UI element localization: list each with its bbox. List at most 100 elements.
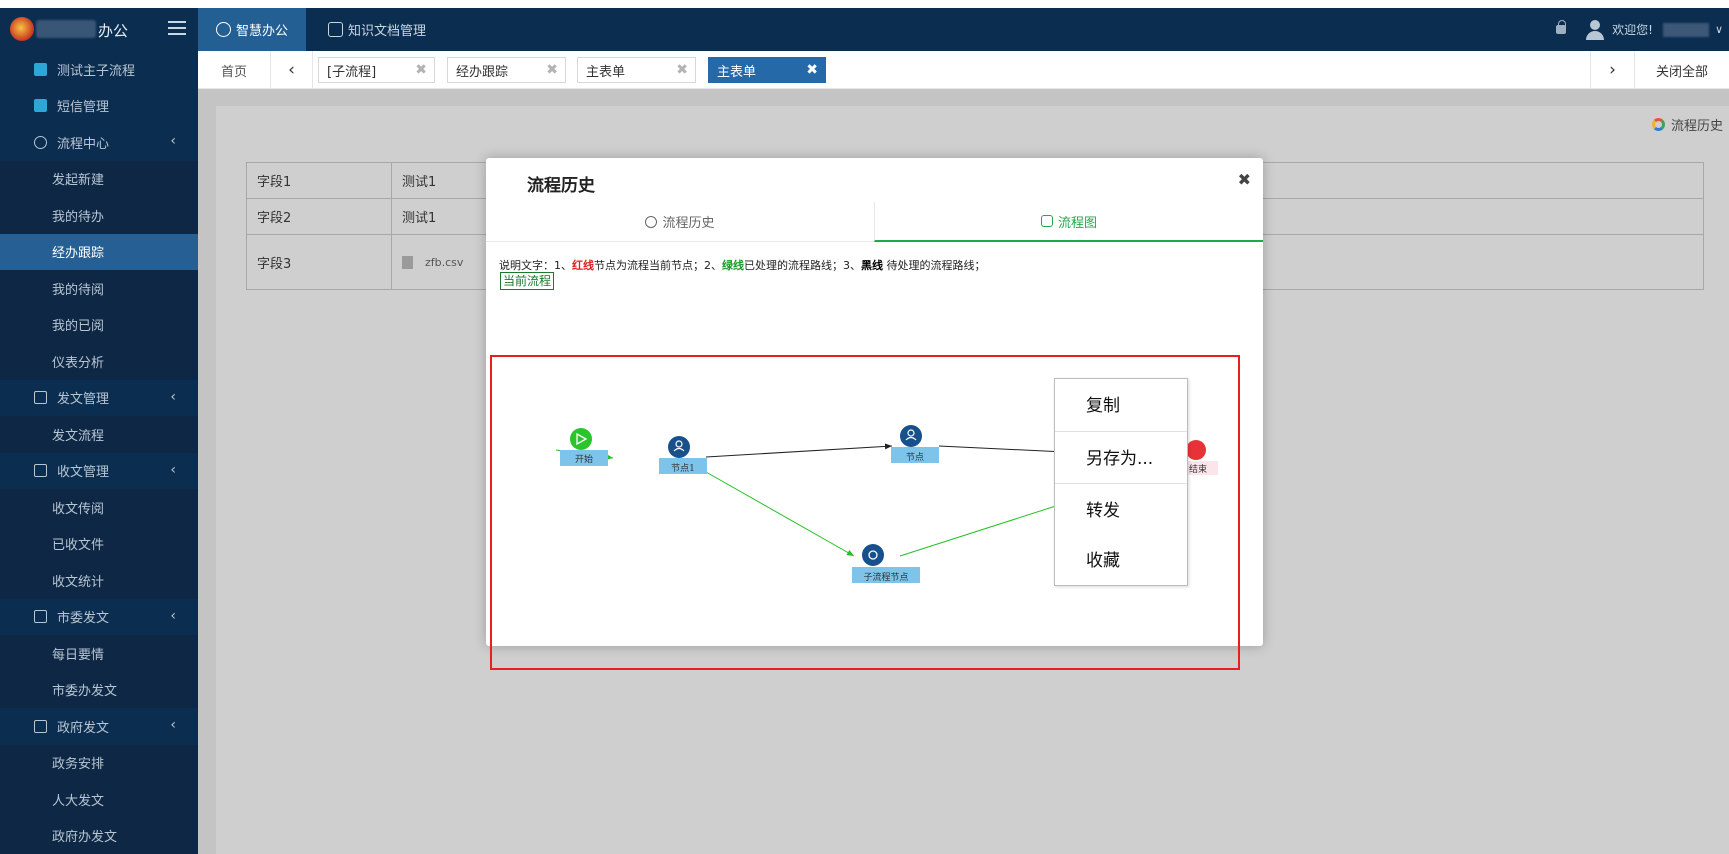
menu-item-copy[interactable]: 复制 <box>1055 379 1187 427</box>
nav-tab-smart-office[interactable]: 智慧办公 <box>198 8 307 51</box>
sidebar-item-dispatch-management[interactable]: 发文管理 ‹ <box>0 380 198 417</box>
sidebar-item-label: 市委办发文 <box>52 684 118 700</box>
username-redacted[interactable] <box>1662 22 1709 37</box>
chevron-left-icon: ‹ <box>170 388 176 405</box>
legend-red-line: 红线 <box>572 259 594 272</box>
top-navbar: 办公 智慧办公 知识文档管理 欢迎您! ∨ <box>0 8 1729 51</box>
sidebar-item-government-office-dispatch[interactable]: 政府办发文 <box>0 817 198 854</box>
document-icon <box>328 22 343 37</box>
stopwatch-icon <box>645 215 658 228</box>
tab-scroll-left-button[interactable]: ‹ <box>271 51 313 89</box>
menu-item-favorite[interactable]: 收藏 <box>1055 534 1187 582</box>
close-icon[interactable]: ✖ <box>676 62 688 78</box>
legend-text: 待处理的流程路线； <box>883 259 986 272</box>
chevron-left-icon: ‹ <box>170 461 176 478</box>
app-icon <box>34 62 47 76</box>
close-all-tabs-button[interactable]: 关闭全部 <box>1634 51 1729 89</box>
tab-flow-history[interactable]: 流程历史 <box>486 202 874 242</box>
sidebar-item-receipt-management[interactable]: 收文管理 ‹ <box>0 453 198 490</box>
nav-tab-label: 知识文档管理 <box>348 24 427 39</box>
sidebar-item-government-schedule[interactable]: 政务安排 <box>0 744 198 781</box>
sidebar-item-sms-management[interactable]: 短信管理 <box>0 88 198 125</box>
tab-tracking[interactable]: 经办跟踪 ✖ <box>447 57 566 83</box>
sidebar-item-municipal-dispatch[interactable]: 市委发文 ‹ <box>0 599 198 636</box>
chevron-down-icon[interactable]: ∨ <box>1715 23 1723 36</box>
page-tab-bar: 首页 ‹ [子流程] ✖ 经办跟踪 ✖ 主表单 ✖ 主表单 ✖ › 关闭全部 <box>198 51 1729 89</box>
message-icon <box>34 464 47 478</box>
sidebar-item-receipt-circulate[interactable]: 收文传阅 <box>0 489 198 526</box>
close-icon[interactable]: ✖ <box>415 62 427 78</box>
sidebar-item-label: 发起新建 <box>52 173 105 189</box>
tab-label: 主表单 <box>717 64 757 80</box>
sidebar-item-my-to-read[interactable]: 我的待阅 <box>0 270 198 307</box>
sidebar-item-label: 市委发文 <box>57 611 110 627</box>
sidebar-item-new-initiate[interactable]: 发起新建 <box>0 160 198 197</box>
sidebar-item-label: 仪表分析 <box>52 355 105 371</box>
tab-main-form[interactable]: 主表单 ✖ <box>577 57 696 83</box>
sidebar-item-my-read[interactable]: 我的已阅 <box>0 306 198 343</box>
sidebar-item-label: 收文传阅 <box>52 501 105 517</box>
tab-flow-chart[interactable]: 流程图 <box>874 202 1263 242</box>
flow-history-label: 流程历史 <box>1670 119 1723 134</box>
legend-text: 说明文字：1、 <box>499 259 572 272</box>
nav-tab-knowledge-docs[interactable]: 知识文档管理 <box>310 8 444 51</box>
sidebar-item-label: 收文统计 <box>52 574 105 590</box>
current-flow-label[interactable]: 当前流程 <box>500 272 555 290</box>
avatar[interactable] <box>1586 19 1605 40</box>
sidebar-item-label: 人大发文 <box>52 793 105 809</box>
logo-text: 办公 <box>98 22 129 40</box>
sidebar-item-npc-dispatch[interactable]: 人大发文 <box>0 781 198 818</box>
sidebar: 测试主子流程 短信管理 流程中心 ‹ 发起新建 我的待办 经办跟踪 我的待阅 我的… <box>0 51 198 854</box>
close-icon[interactable]: ✖ <box>546 62 558 78</box>
flowchart-icon <box>1040 215 1053 227</box>
recycle-icon <box>216 22 231 37</box>
tab-subflow[interactable]: [子流程] ✖ <box>318 57 435 83</box>
menu-toggle-icon[interactable] <box>168 21 186 37</box>
sidebar-item-received-files[interactable]: 已收文件 <box>0 525 198 562</box>
close-icon[interactable]: ✖ <box>806 62 818 78</box>
close-icon[interactable]: ✖ <box>1238 170 1251 189</box>
context-menu: 复制 另存为... 转发 收藏 <box>1054 378 1188 586</box>
user-area: 欢迎您! ∨ <box>1556 8 1729 51</box>
tab-label: [子流程] <box>327 64 377 80</box>
logo-area: 办公 <box>0 8 198 51</box>
sidebar-item-label: 我的已阅 <box>52 319 105 335</box>
sidebar-item-test-main-sub-flow[interactable]: 测试主子流程 <box>0 51 198 88</box>
tab-label: 流程历史 <box>662 216 715 231</box>
logo-redacted <box>36 20 96 38</box>
tab-scroll-right-button[interactable]: › <box>1590 51 1634 89</box>
sidebar-item-tracking[interactable]: 经办跟踪 <box>0 233 198 270</box>
field-label: 字段2 <box>246 198 392 235</box>
tab-main-form-active[interactable]: 主表单 ✖ <box>708 57 826 83</box>
legend-black-line: 黑线 <box>861 259 883 272</box>
legend-text: 节点为流程当前节点；2、 <box>594 259 722 272</box>
tab-label: 经办跟踪 <box>456 64 509 80</box>
sidebar-item-my-todo[interactable]: 我的待办 <box>0 197 198 234</box>
lock-icon[interactable] <box>1556 20 1567 34</box>
sidebar-item-flow-center[interactable]: 流程中心 ‹ <box>0 124 198 161</box>
tab-home[interactable]: 首页 <box>198 51 271 89</box>
sidebar-item-dispatch-flow[interactable]: 发文流程 <box>0 416 198 453</box>
file-link[interactable]: zfb.csv <box>425 256 463 269</box>
chevron-left-icon: ‹ <box>170 717 176 733</box>
menu-item-save-as[interactable]: 另存为... <box>1055 432 1187 480</box>
sidebar-item-label: 经办跟踪 <box>52 246 105 262</box>
document-icon <box>34 719 47 733</box>
sidebar-item-label: 政务安排 <box>52 757 105 773</box>
sidebar-item-receipt-stats[interactable]: 收文统计 <box>0 562 198 599</box>
sidebar-item-municipal-office-dispatch[interactable]: 市委办发文 <box>0 671 198 708</box>
sidebar-item-daily-brief[interactable]: 每日要情 <box>0 635 198 672</box>
menu-item-forward[interactable]: 转发 <box>1055 484 1187 532</box>
sidebar-item-label: 每日要情 <box>52 647 105 663</box>
legend-description: 说明文字：1、红线节点为流程当前节点；2、绿线已处理的流程路线；3、黑线 待处理… <box>499 257 986 273</box>
document-icon <box>34 391 47 405</box>
tab-label: 流程图 <box>1057 215 1097 231</box>
sidebar-item-label: 已收文件 <box>52 538 105 554</box>
sidebar-item-dashboard[interactable]: 仪表分析 <box>0 343 198 380</box>
sidebar-item-label: 发文流程 <box>52 428 105 444</box>
recycle-icon <box>34 135 47 149</box>
sidebar-item-government-dispatch[interactable]: 政府发文 ‹ <box>0 708 198 745</box>
flow-history-link[interactable]: 流程历史 <box>1651 115 1723 134</box>
field-label: 字段1 <box>246 162 392 199</box>
sidebar-item-label: 短信管理 <box>57 100 110 116</box>
